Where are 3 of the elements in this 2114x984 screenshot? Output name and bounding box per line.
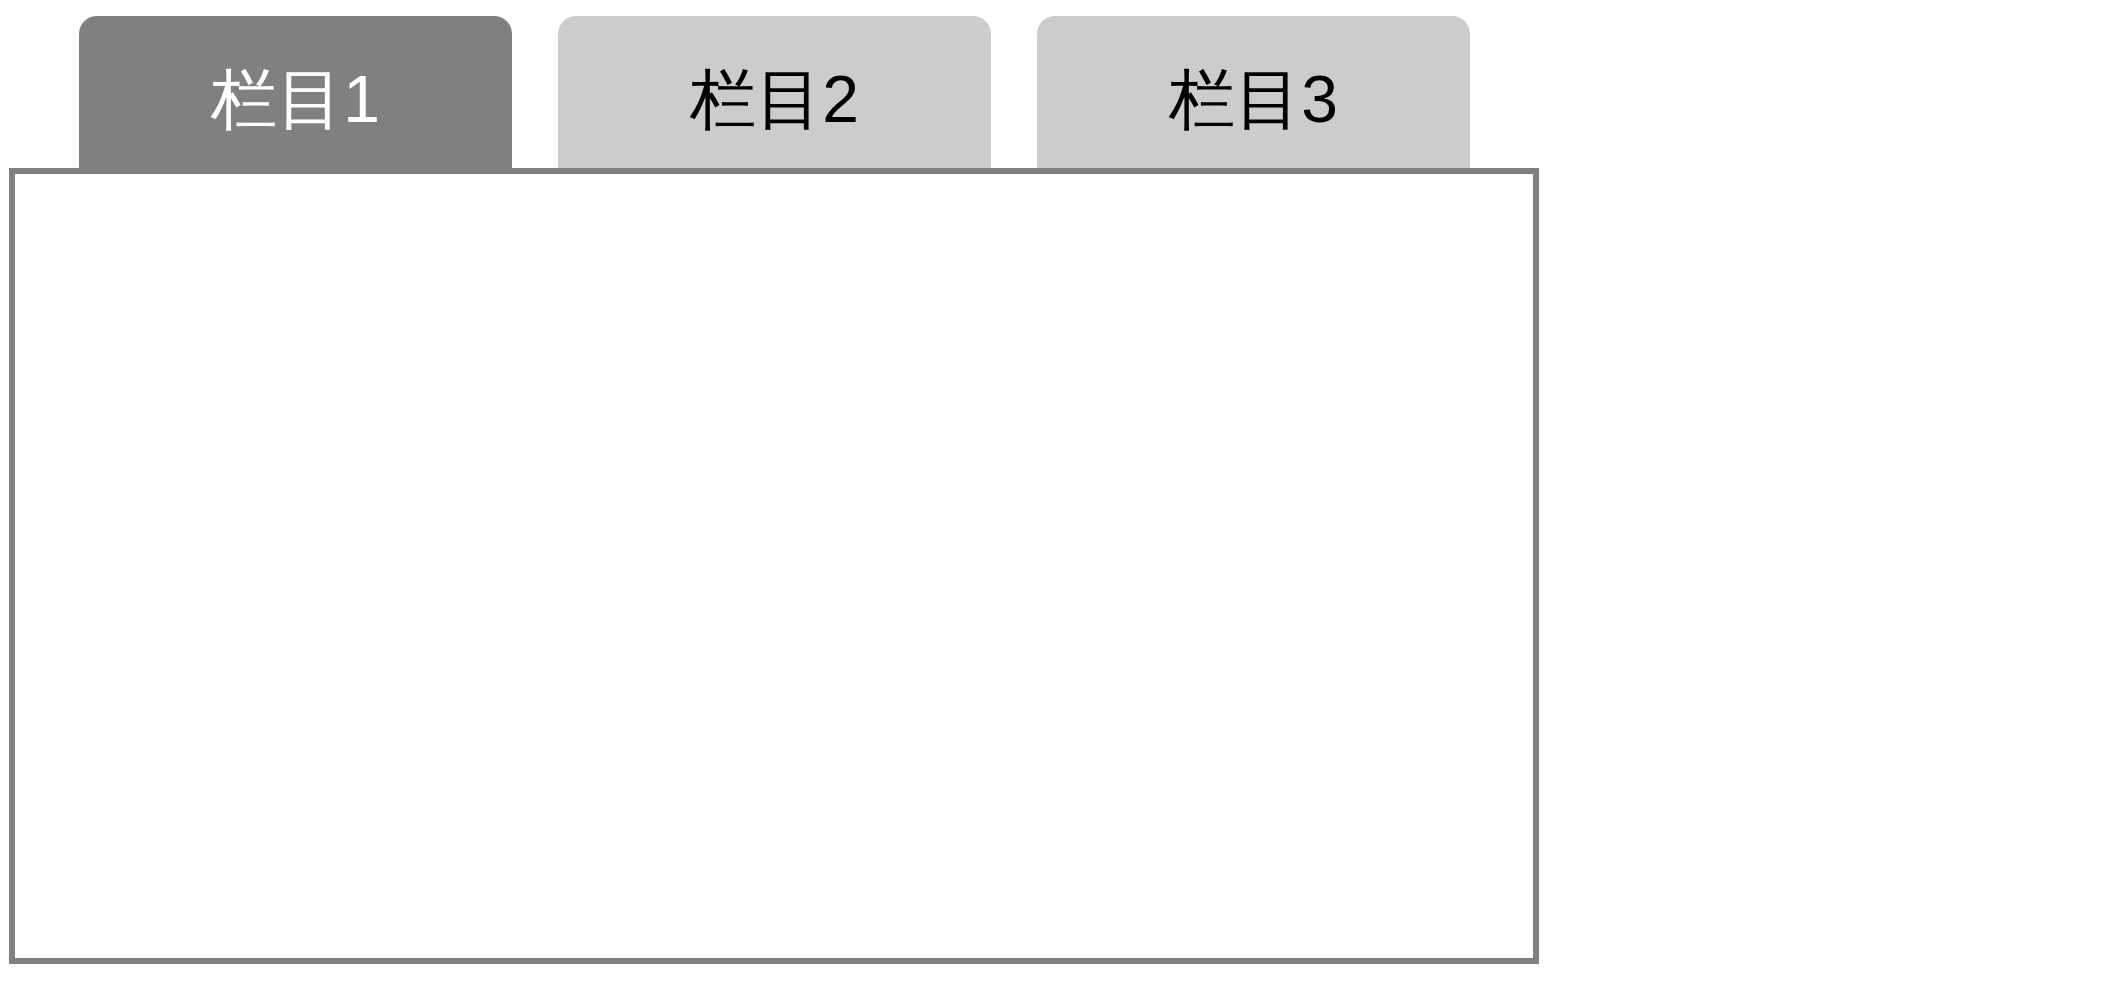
tab[interactable]: 栏目3 [1037,16,1470,168]
tab[interactable]: 栏目1 [79,16,512,168]
tab[interactable]: 栏目2 [558,16,991,168]
